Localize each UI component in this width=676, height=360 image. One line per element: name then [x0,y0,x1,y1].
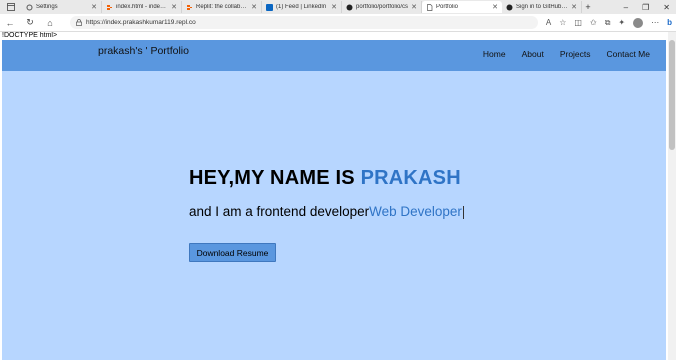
tab-portfolio[interactable]: Portfolio ✕ [422,1,502,13]
page-icon [426,3,433,11]
favorite-star-icon[interactable]: ☆ [559,18,566,27]
url-text: https://index.prakashkumar119.repl.co [86,19,196,26]
tab-title: Settings [36,4,58,10]
browser-toolbar: ← ↻ ⌂ https://index.prakashkumar119.repl… [0,14,676,32]
tab-title: Sign in to GitHub · Gi [516,4,569,10]
back-icon[interactable]: ← [4,17,16,29]
github-icon [346,4,353,11]
linkedin-icon [266,3,273,11]
github-icon [506,4,513,11]
site-navbar: prakash's ' Portfolio Home About Project… [2,40,666,71]
collections-icon[interactable]: ⧉ [605,18,611,28]
close-window-icon[interactable]: ✕ [663,3,670,12]
home-icon[interactable]: ⌂ [44,17,56,29]
favorites-icon[interactable]: ✩ [590,18,597,27]
scrollbar-thumb[interactable] [669,40,675,150]
maximize-icon[interactable]: ❐ [642,3,649,12]
bing-icon[interactable]: b [667,18,672,27]
nav-link-contact[interactable]: Contact Me [607,49,650,59]
tab-linkedin[interactable]: (1) Feed | LinkedIn ✕ [262,1,342,13]
headline-prefix: HEY,MY NAME IS [189,167,361,189]
gear-icon [26,4,33,11]
tab-settings[interactable]: Settings ✕ [22,1,102,13]
read-aloud-icon[interactable]: A [546,18,551,27]
address-bar[interactable]: https://index.prakashkumar119.repl.co [70,16,538,29]
close-icon[interactable]: ✕ [571,3,577,11]
replit-icon [186,4,193,11]
split-screen-icon[interactable]: ◫ [574,18,582,27]
extensions-icon[interactable]: ✦ [618,18,625,27]
more-menu-icon[interactable]: ⋯ [651,18,659,27]
close-icon[interactable]: ✕ [492,3,498,11]
tab-actions-button[interactable] [0,3,22,11]
profile-avatar[interactable] [633,17,644,28]
stray-doctype-text: !DOCTYPE html> [2,32,58,39]
nav-link-projects[interactable]: Projects [560,49,591,59]
tab-title: index.html - index - R [116,4,169,10]
nav-menu: Home About Projects Contact Me [483,49,650,59]
window-controls: – ❐ ✕ [624,3,676,12]
close-icon[interactable]: ✕ [171,3,177,11]
close-icon[interactable]: ✕ [251,3,257,11]
close-icon[interactable]: ✕ [411,3,417,11]
page-scrollbar[interactable] [668,32,676,360]
nav-link-about[interactable]: About [522,49,544,59]
tab-title: Portfolio [436,4,459,10]
site-brand: prakash's ' Portfolio [98,45,189,57]
tab-title: (1) Feed | LinkedIn [276,4,327,10]
headline-name: PRAKASH [360,167,461,189]
nav-link-home[interactable]: Home [483,49,506,59]
tab-actions-icon [7,3,15,11]
tab-title: Replit: the collaborati [196,4,249,10]
tab-replit-home[interactable]: Replit: the collaborati ✕ [182,1,262,13]
download-resume-button[interactable]: Download Resume [189,243,276,262]
hero-subline: and I am a frontend developerWeb Develop… [189,204,464,219]
minimize-icon[interactable]: – [624,3,628,12]
subline-prefix: and I am a frontend developer [189,204,370,219]
tab-strip: Settings ✕ index.html - index - R ✕ Repl… [0,0,676,14]
replit-icon [106,4,113,11]
tab-github-signin[interactable]: Sign in to GitHub · Gi ✕ [502,1,582,13]
tab-replit-index[interactable]: index.html - index - R ✕ [102,1,182,13]
tab-title: portfolio/portfolio/cs [356,4,409,10]
lock-icon [76,19,82,26]
typing-cursor [462,205,464,219]
refresh-icon[interactable]: ↻ [24,17,36,29]
page-viewport: !DOCTYPE html> prakash's ' Portfolio Hom… [0,32,668,360]
tab-github-portfolio[interactable]: portfolio/portfolio/cs ✕ [342,1,422,13]
close-icon[interactable]: ✕ [331,3,337,11]
toolbar-actions: A ☆ ◫ ✩ ⧉ ✦ ⋯ b [546,17,672,28]
hero-headline: HEY,MY NAME IS PRAKASH [189,167,461,190]
new-tab-button[interactable]: + [582,2,594,12]
close-icon[interactable]: ✕ [91,3,97,11]
typed-role: Web Developer [369,204,462,219]
